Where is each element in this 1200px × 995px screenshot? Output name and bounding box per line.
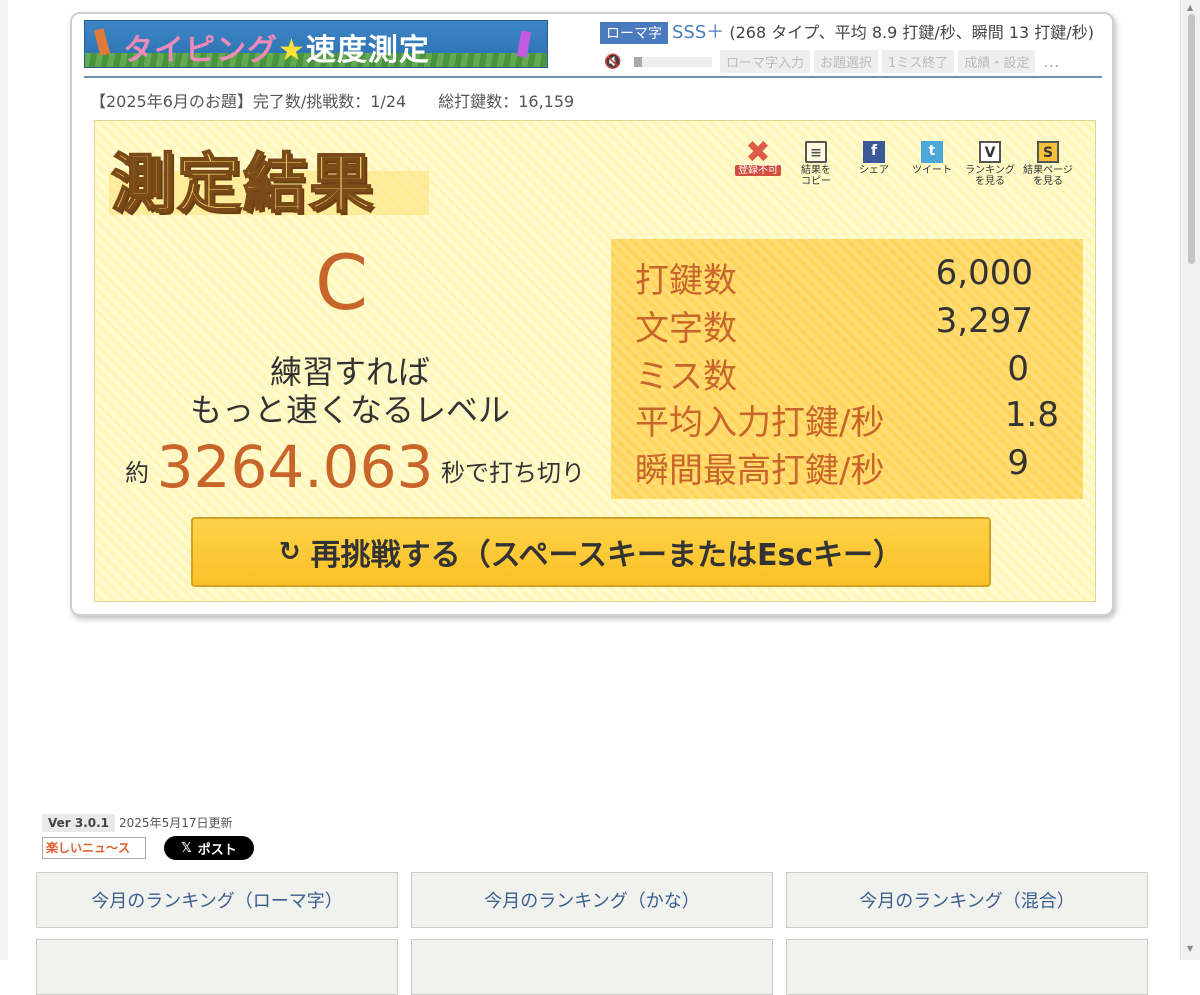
stat-value-peak-speed: 9: [1007, 443, 1029, 483]
romaji-input-button[interactable]: ローマ字入力: [720, 50, 811, 73]
retry-label: 再挑戦する（スペースキーまたはEscキー）: [310, 538, 904, 573]
stat-label-keystrokes: 打鍵数: [635, 261, 737, 301]
close-icon: ✖: [745, 135, 771, 170]
ranking-kana-button[interactable]: 今月のランキング（かな）: [411, 872, 773, 928]
result-panel: 測定結果 ✖ 登録不可 ≡ 結果を コピー f シェア t ツイート V ランキ…: [94, 120, 1096, 602]
mute-sound-icon[interactable]: 🔇: [604, 54, 630, 70]
input-mode-badge: ローマ字: [600, 22, 668, 44]
scrollbar[interactable]: ▲ ▼: [1180, 0, 1200, 960]
stat-value-avg-speed: 1.8: [1004, 395, 1059, 435]
copy-result-button[interactable]: ≡ 結果を コピー: [787, 141, 845, 187]
logo-tag-decoration: [93, 28, 111, 56]
volume-slider[interactable]: [634, 56, 712, 67]
stat-label-avg-speed: 平均入力打鍵/秒: [635, 403, 885, 443]
stat-label-peak-speed: 瞬間最高打鍵/秒: [635, 451, 885, 491]
page-left-margin: [0, 0, 8, 960]
share-label: シェア: [859, 165, 889, 176]
logo-text-speed: 速度測定: [305, 33, 430, 68]
ranking-button-row2-3[interactable]: [786, 939, 1148, 995]
site-logo[interactable]: タイピング★速度測定: [84, 20, 548, 68]
version-badge: Ver 3.0.1: [42, 814, 116, 832]
view-result-page-button[interactable]: S 結果ページ を見る: [1019, 141, 1077, 187]
twitter-icon: t: [921, 141, 943, 163]
stat-label-characters: 文字数: [635, 309, 737, 349]
register-disabled-button[interactable]: ✖ 登録不可: [729, 135, 787, 187]
retry-button[interactable]: ↻ 再挑戦する（スペースキーまたはEscキー）: [191, 517, 991, 587]
scrollbar-thumb[interactable]: [1188, 14, 1195, 264]
grade-comment-line1: 練習すれば: [269, 353, 430, 391]
tweet-button[interactable]: t ツイート: [903, 141, 961, 187]
one-miss-end-button[interactable]: 1ミス終了: [882, 50, 955, 73]
toolbar: 🔇 ローマ字入力 お題選択 1ミス終了 成績・設定 …: [604, 50, 1059, 73]
retry-icon: ↻: [278, 537, 301, 567]
logo-text: タイピング★速度測定: [123, 25, 430, 68]
grade-letter: C: [315, 238, 369, 327]
news-site-logo[interactable]: 楽しいニュ〜ス: [42, 837, 146, 859]
header-divider: [84, 76, 1102, 78]
view-ranking-label: ランキング を見る: [965, 165, 1015, 187]
logo-text-typing: タイピング: [123, 33, 278, 68]
view-ranking-button[interactable]: V ランキング を見る: [961, 141, 1019, 187]
grade-comment-line2: もっと速くなるレベル: [189, 391, 510, 429]
typing-app-window: タイピング★速度測定 ローマ字 SSS＋ (268 タイプ、平均 8.9 打鍵/秒…: [70, 12, 1114, 616]
ranking-romaji-button[interactable]: 今月のランキング（ローマ字）: [36, 872, 398, 928]
result-title: 測定結果: [110, 147, 375, 223]
rank-detail: (268 タイプ、平均 8.9 打鍵/秒、瞬間 13 打鍵/秒): [729, 23, 1094, 42]
topic-select-button[interactable]: お題選択: [814, 50, 879, 73]
stat-label-misses: ミス数: [635, 357, 737, 397]
grade-comment: 練習すれば もっと速くなるレベル: [135, 353, 565, 429]
facebook-share-button[interactable]: f シェア: [845, 141, 903, 187]
stat-value-misses: 0: [1007, 349, 1029, 389]
score-settings-button[interactable]: 成績・設定: [958, 50, 1036, 73]
x-post-button[interactable]: 𝕏 ポスト: [164, 836, 254, 860]
ranking-icon: V: [979, 141, 1001, 163]
finish-suffix: 秒で打ち切り: [441, 459, 586, 487]
stat-value-keystrokes: 6,000: [935, 253, 1033, 293]
facebook-icon: f: [863, 141, 885, 163]
finish-prefix: 約: [125, 459, 149, 487]
x-post-label: ポスト: [197, 842, 237, 858]
monthly-challenge-count: 【2025年6月のお題】完了数/挑戦数：1/24: [90, 92, 407, 111]
scroll-down-arrow-icon[interactable]: ▼: [1187, 944, 1193, 953]
star-icon: ★: [278, 33, 306, 68]
ranking-mixed-button[interactable]: 今月のランキング（混合）: [786, 872, 1148, 928]
more-options-icon[interactable]: …: [1043, 52, 1059, 71]
stats-box: 打鍵数 6,000 文字数 3,297 ミス数 0 平均入力打鍵/秒 1.8 瞬…: [611, 239, 1083, 499]
ranking-button-row2-1[interactable]: [36, 939, 398, 995]
total-keystrokes: 総打鍵数：16,159: [438, 92, 575, 111]
finish-time: 3264.063: [156, 433, 434, 501]
monthly-challenge-info: 【2025年6月のお題】完了数/挑戦数：1/24 総打鍵数：16,159: [90, 88, 574, 112]
view-result-page-label: 結果ページ を見る: [1023, 165, 1073, 187]
scroll-up-arrow-icon[interactable]: ▲: [1187, 3, 1193, 12]
result-page-icon: S: [1037, 141, 1059, 163]
rank-label: SSS＋: [672, 22, 725, 43]
register-disabled-label: 登録不可: [735, 165, 781, 176]
tweet-label: ツイート: [912, 165, 952, 176]
stat-value-characters: 3,297: [935, 301, 1033, 341]
finish-time-line: 約 3264.063 秒で打ち切り: [125, 433, 585, 501]
updated-date: 2025年5月17日更新: [119, 816, 233, 830]
user-rank-summary: ローマ字 SSS＋ (268 タイプ、平均 8.9 打鍵/秒、瞬間 13 打鍵/秒…: [600, 18, 1094, 44]
version-info: Ver 3.0.1 2025年5月17日更新: [42, 814, 232, 832]
ranking-button-row2-2[interactable]: [411, 939, 773, 995]
x-logo-icon: 𝕏: [181, 840, 192, 856]
copy-result-label: 結果を コピー: [801, 165, 831, 187]
result-tools: ✖ 登録不可 ≡ 結果を コピー f シェア t ツイート V ランキング を見…: [729, 135, 1077, 187]
clipboard-icon: ≡: [805, 141, 827, 163]
